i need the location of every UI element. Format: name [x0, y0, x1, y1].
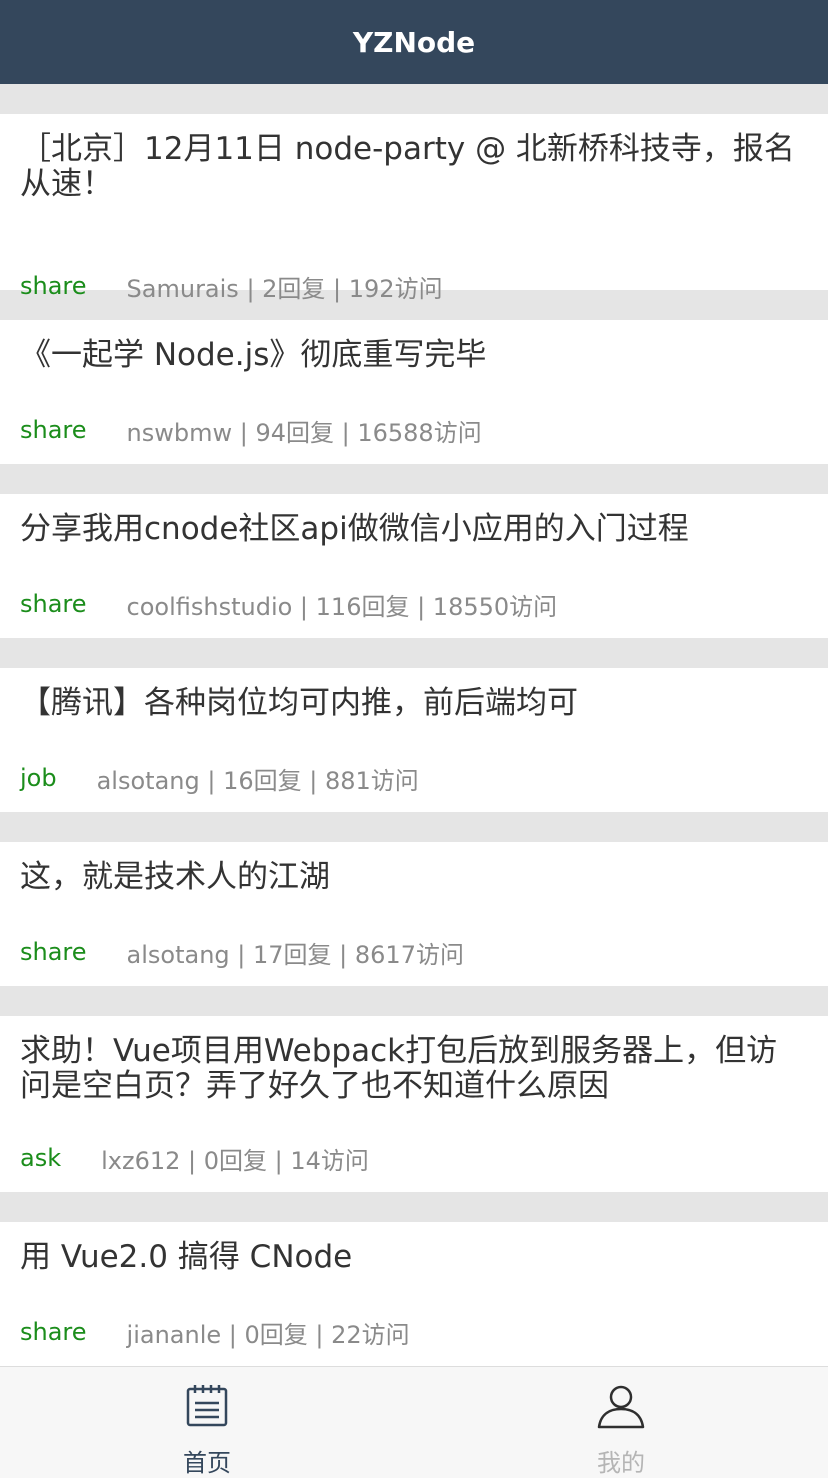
topic-meta: job alsotang | 16回复 | 881访问: [20, 762, 419, 795]
topic-meta: share Samurais | 2回复 | 192访问: [20, 270, 443, 303]
topic-card[interactable]: 【腾讯】各种岗位均可内推，前后端均可 job alsotang | 16回复 |…: [0, 668, 828, 812]
topic-tab-tag: ask: [20, 1144, 62, 1172]
topic-tab-tag: job: [20, 764, 57, 792]
topic-card[interactable]: 这，就是技术人的江湖 share alsotang | 17回复 | 8617访…: [0, 842, 828, 986]
topic-title[interactable]: 分享我用cnode社区api做微信小应用的入门过程: [20, 512, 808, 547]
tab-mine-label: 我的: [597, 1449, 645, 1477]
topic-meta: share jiananle | 0回复 | 22访问: [20, 1316, 410, 1349]
topic-stats: alsotang | 16回复 | 881访问: [96, 766, 419, 795]
topic-tab-tag: share: [20, 416, 87, 444]
topic-tab-tag: share: [20, 272, 87, 300]
topic-title[interactable]: ［北京］12月11日 node-party @ 北新桥科技寺，报名从速！: [20, 132, 808, 202]
topic-tab-tag: share: [20, 938, 87, 966]
topic-title[interactable]: 《一起学 Node.js》彻底重写完毕: [20, 338, 808, 373]
topic-meta: share alsotang | 17回复 | 8617访问: [20, 936, 464, 969]
notepad-icon: [186, 1385, 228, 1427]
topic-tab-tag: share: [20, 1318, 87, 1346]
topic-card[interactable]: 用 Vue2.0 搞得 CNode share jiananle | 0回复 |…: [0, 1222, 828, 1366]
topic-stats: coolfishstudio | 116回复 | 18550访问: [126, 592, 558, 621]
topic-stats: nswbmw | 94回复 | 16588访问: [126, 418, 482, 447]
topic-meta: share coolfishstudio | 116回复 | 18550访问: [20, 588, 558, 621]
topic-stats: alsotang | 17回复 | 8617访问: [126, 940, 464, 969]
app-title: YZNode: [352, 25, 476, 59]
topic-card[interactable]: 分享我用cnode社区api做微信小应用的入门过程 share coolfish…: [0, 494, 828, 638]
user-icon: [597, 1385, 645, 1429]
tab-mine[interactable]: 我的: [414, 1367, 828, 1478]
topic-stats: lxz612 | 0回复 | 14访问: [101, 1146, 369, 1175]
bottom-tab-bar: 首页 我的: [0, 1366, 828, 1478]
tab-home-label: 首页: [183, 1449, 231, 1477]
tab-home[interactable]: 首页: [0, 1367, 414, 1478]
topic-card[interactable]: 求助！Vue项目用Webpack打包后放到服务器上，但访问是空白页？弄了好久了也…: [0, 1016, 828, 1192]
topic-title[interactable]: 这，就是技术人的江湖: [20, 860, 808, 895]
topic-stats: jiananle | 0回复 | 22访问: [126, 1320, 410, 1349]
topic-card[interactable]: 《一起学 Node.js》彻底重写完毕 share nswbmw | 94回复 …: [0, 320, 828, 464]
topic-title[interactable]: 求助！Vue项目用Webpack打包后放到服务器上，但访问是空白页？弄了好久了也…: [20, 1034, 808, 1104]
topic-tab-tag: share: [20, 590, 87, 618]
app-header: YZNode: [0, 0, 828, 84]
topic-list: ［北京］12月11日 node-party @ 北新桥科技寺，报名从速！ sha…: [0, 84, 828, 1366]
topic-title[interactable]: 用 Vue2.0 搞得 CNode: [20, 1240, 808, 1275]
topic-stats: Samurais | 2回复 | 192访问: [126, 274, 443, 303]
topic-meta: ask lxz612 | 0回复 | 14访问: [20, 1142, 369, 1175]
topic-meta: share nswbmw | 94回复 | 16588访问: [20, 414, 482, 447]
topic-title[interactable]: 【腾讯】各种岗位均可内推，前后端均可: [20, 686, 808, 721]
topic-card[interactable]: ［北京］12月11日 node-party @ 北新桥科技寺，报名从速！ sha…: [0, 114, 828, 303]
